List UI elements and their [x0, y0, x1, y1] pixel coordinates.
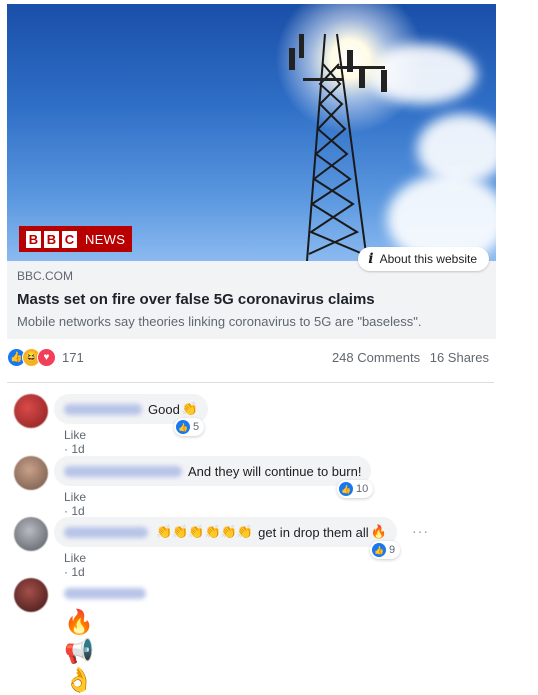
comment-time[interactable]: 1d — [71, 504, 84, 518]
comment-meta: Like · 1d — [64, 551, 87, 579]
comment-likes-badge[interactable]: 👍 9 — [370, 541, 401, 559]
shares-count-link[interactable]: 16 Shares — [430, 350, 489, 365]
comment-like-count: 5 — [193, 421, 200, 433]
comment-text: And they will continue to burn! — [188, 463, 362, 479]
clapping-emoji: 👏 — [181, 401, 198, 416]
clapping-emojis: 👏👏👏👏👏👏 — [156, 524, 254, 539]
about-label: About this website — [379, 252, 477, 266]
comment-time[interactable]: 1d — [71, 565, 84, 579]
divider — [7, 382, 494, 383]
comments-count-link[interactable]: 248 Comments — [332, 350, 420, 365]
comment-likes-badge[interactable]: 👍 5 — [174, 418, 205, 436]
comment-bubble: 👏👏👏👏👏👏 get in drop them all 🔥 — [54, 517, 397, 547]
link-title[interactable]: Masts set on fire over false 5G coronavi… — [17, 291, 486, 308]
about-website-button[interactable]: i About this website — [358, 247, 489, 271]
link-preview-card[interactable]: B B C NEWS i About this website BBC.COM … — [7, 4, 496, 339]
bbc-news-logo: B B C NEWS — [19, 226, 133, 252]
avatar[interactable] — [14, 456, 48, 490]
comment-meta: Like · 1d — [64, 428, 87, 456]
reaction-count[interactable]: 171 — [62, 350, 84, 365]
link-info[interactable]: BBC.COM Masts set on fire over false 5G … — [7, 261, 496, 339]
logo-letter: B — [26, 230, 41, 248]
link-description: Mobile networks say theories linking cor… — [17, 314, 422, 329]
commenter-name[interactable] — [64, 465, 182, 477]
post-stats-bar: 👍 😆 ♥ 171 248 Comments 16 Shares — [7, 344, 489, 370]
commenter-name[interactable] — [64, 403, 142, 415]
avatar[interactable] — [14, 394, 48, 428]
cell-tower-graphic — [289, 33, 387, 261]
more-options-icon[interactable]: ··· — [412, 523, 429, 539]
avatar[interactable] — [14, 578, 48, 612]
comment-like-button[interactable]: Like — [64, 428, 86, 442]
emoji-comment: 🔥📢👌 — [64, 609, 95, 694]
like-icon: 👍 — [339, 482, 353, 496]
fire-emoji: 🔥 — [370, 524, 387, 539]
info-icon: i — [368, 251, 374, 267]
comment-like-button[interactable]: Like — [64, 490, 86, 504]
logo-letter: C — [62, 230, 77, 248]
comment-bubble: And they will continue to burn! — [54, 456, 372, 486]
logo-letter: B — [44, 230, 59, 248]
comment-likes-badge[interactable]: 👍 10 — [337, 480, 374, 498]
commenter-name[interactable] — [64, 526, 148, 538]
reactions-summary[interactable]: 👍 😆 ♥ 171 — [7, 347, 84, 367]
comment-text: get in drop them all — [258, 524, 369, 540]
avatar[interactable] — [14, 517, 48, 551]
comment-like-button[interactable]: Like — [64, 551, 86, 565]
comment-meta: Like · 1d — [64, 490, 87, 518]
comment-like-count: 10 — [356, 483, 369, 495]
link-domain: BBC.COM — [17, 269, 74, 283]
comment-time[interactable]: 1d — [71, 442, 84, 456]
commenter-name[interactable] — [64, 588, 146, 599]
love-reaction-icon: ♥ — [37, 347, 56, 367]
like-icon: 👍 — [372, 543, 386, 557]
comment-text: Good — [148, 401, 180, 417]
like-icon: 👍 — [176, 420, 190, 434]
logo-suffix: NEWS — [85, 231, 126, 247]
link-preview-image[interactable]: B B C NEWS — [7, 4, 496, 261]
comment-like-count: 9 — [389, 544, 396, 556]
commenter-name-row — [64, 586, 152, 604]
